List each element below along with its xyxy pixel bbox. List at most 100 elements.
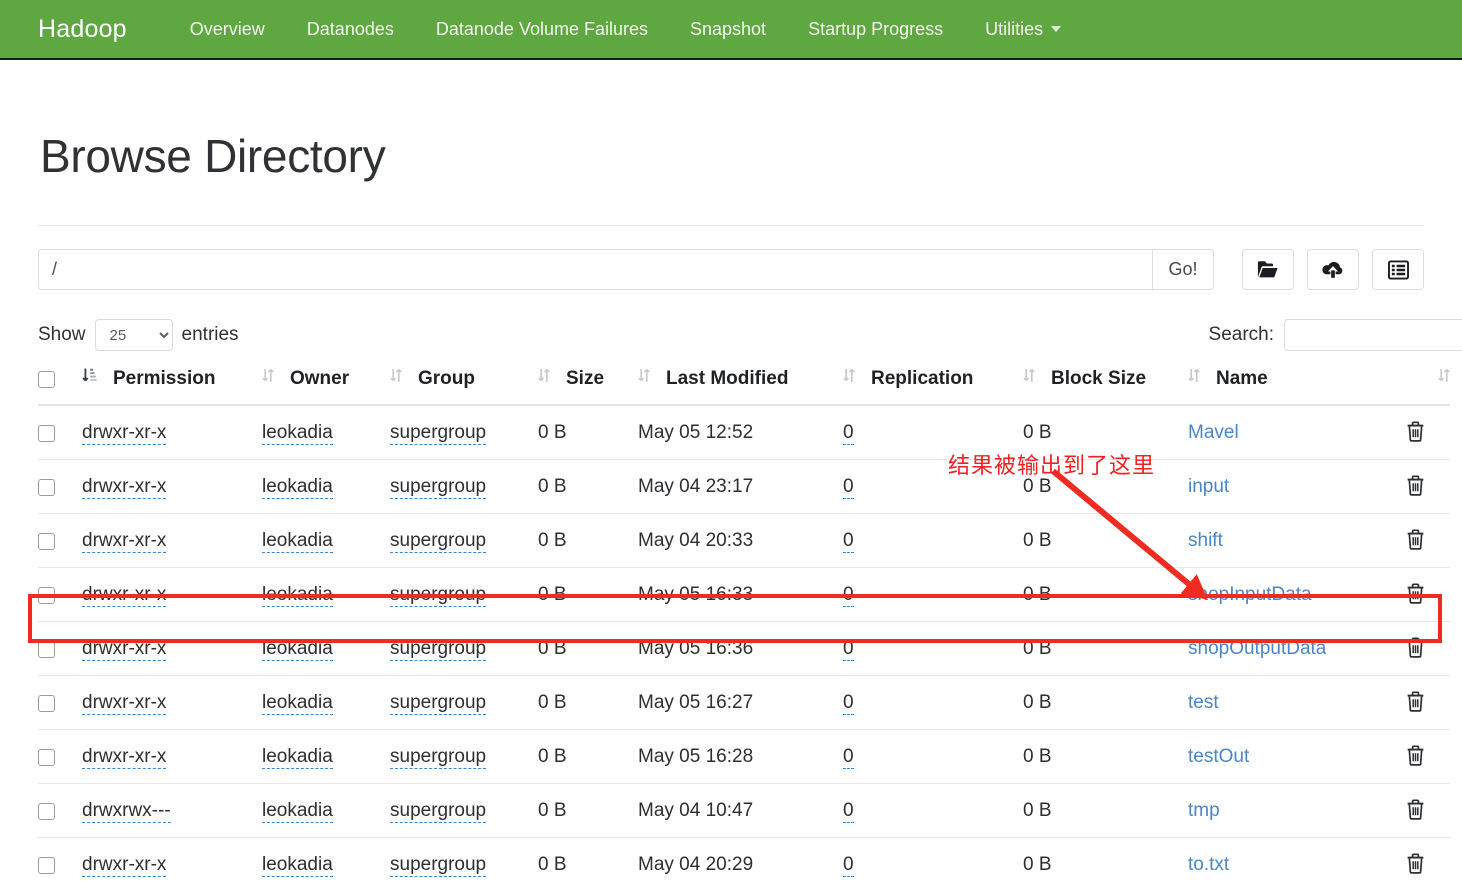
search-input[interactable] — [1284, 319, 1462, 352]
th-permission[interactable]: Permission — [82, 361, 262, 407]
go-button[interactable]: Go! — [1152, 249, 1214, 291]
cell-group-link[interactable]: supergroup — [390, 638, 487, 662]
th-group[interactable]: Group — [390, 361, 538, 407]
cell-replication-link[interactable]: 0 — [843, 692, 854, 716]
cell-owner-link[interactable]: leokadia — [262, 422, 333, 446]
cell-permission-link[interactable]: drwxr-xr-x — [82, 638, 167, 662]
select-all-checkbox[interactable] — [38, 370, 55, 388]
delete-row-button[interactable] — [1405, 474, 1426, 500]
nav-utilities[interactable]: Utilities — [964, 0, 1082, 59]
th-last-modified[interactable]: Last Modified — [638, 361, 843, 407]
cell-name: to.txt — [1188, 837, 1388, 888]
cell-owner-link[interactable]: leokadia — [262, 800, 333, 824]
page-length-select[interactable]: 25 50 100 — [94, 319, 173, 352]
sort-icon[interactable] — [1023, 367, 1035, 390]
cell-replication-link[interactable]: 0 — [843, 638, 854, 662]
cell-replication-link[interactable]: 0 — [843, 800, 854, 824]
cell-name-link[interactable]: test — [1188, 692, 1219, 713]
cell-permission-link[interactable]: drwxr-xr-x — [82, 746, 167, 770]
cell-group-link[interactable]: supergroup — [390, 692, 487, 716]
cell-owner-link[interactable]: leokadia — [262, 584, 333, 608]
cell-replication: 0 — [843, 513, 1023, 568]
row-checkbox[interactable] — [38, 640, 55, 658]
cell-permission-link[interactable]: drwxr-xr-x — [82, 422, 167, 446]
row-checkbox[interactable] — [38, 694, 55, 712]
cell-replication-link[interactable]: 0 — [843, 584, 854, 608]
row-checkbox[interactable] — [38, 586, 55, 604]
cell-name-link[interactable]: shopOutputData — [1188, 638, 1326, 659]
cell-group-link[interactable]: supergroup — [390, 584, 487, 608]
th-size[interactable]: Size — [538, 361, 638, 407]
cell-name-link[interactable]: shift — [1188, 530, 1223, 551]
sort-icon[interactable] — [538, 367, 550, 390]
delete-row-button[interactable] — [1405, 690, 1426, 716]
cell-name-link[interactable]: Mavel — [1188, 422, 1239, 443]
cell-owner-link[interactable]: leokadia — [262, 854, 333, 878]
cell-group-link[interactable]: supergroup — [390, 800, 487, 824]
cell-replication-link[interactable]: 0 — [843, 476, 854, 500]
cell-group-link[interactable]: supergroup — [390, 422, 487, 446]
cell-replication-link[interactable]: 0 — [843, 422, 854, 446]
delete-row-button[interactable] — [1405, 744, 1426, 770]
cell-replication-link[interactable]: 0 — [843, 746, 854, 770]
nav-datanode-volume-failures[interactable]: Datanode Volume Failures — [415, 0, 669, 59]
th-owner[interactable]: Owner — [262, 361, 390, 407]
cell-group-link[interactable]: supergroup — [390, 854, 487, 878]
cell-owner-link[interactable]: leokadia — [262, 746, 333, 770]
row-checkbox[interactable] — [38, 802, 55, 820]
row-checkbox[interactable] — [38, 532, 55, 550]
delete-row-button[interactable] — [1405, 420, 1426, 446]
delete-row-button[interactable] — [1405, 798, 1426, 824]
upload-files-button[interactable] — [1307, 249, 1359, 291]
sort-amount-down-icon[interactable] — [82, 367, 97, 390]
cell-replication-link[interactable]: 0 — [843, 530, 854, 554]
sort-icon[interactable] — [262, 367, 274, 390]
cell-last-modified: May 05 16:27 — [638, 675, 843, 730]
path-tool-buttons — [1242, 249, 1424, 291]
path-input[interactable] — [38, 249, 1152, 291]
brand-hadoop[interactable]: Hadoop — [38, 15, 127, 44]
nav-snapshot[interactable]: Snapshot — [669, 0, 787, 59]
cell-group-link[interactable]: supergroup — [390, 476, 487, 500]
cell-owner-link[interactable]: leokadia — [262, 692, 333, 716]
cell-permission-link[interactable]: drwxrwx--- — [82, 800, 171, 824]
cell-name-link[interactable]: shopInputData — [1188, 584, 1312, 605]
delete-row-button[interactable] — [1405, 582, 1426, 608]
cell-owner-link[interactable]: leokadia — [262, 530, 333, 554]
cell-name-link[interactable]: to.txt — [1188, 854, 1229, 875]
cell-replication-link[interactable]: 0 — [843, 854, 854, 878]
cell-owner-link[interactable]: leokadia — [262, 638, 333, 662]
delete-row-button[interactable] — [1405, 528, 1426, 554]
cell-name-link[interactable]: input — [1188, 476, 1229, 497]
cell-permission: drwxr-xr-x — [82, 729, 262, 784]
th-replication[interactable]: Replication — [843, 361, 1023, 407]
cut-paste-button[interactable] — [1372, 249, 1424, 291]
cell-permission-link[interactable]: drwxr-xr-x — [82, 854, 167, 878]
cell-permission-link[interactable]: drwxr-xr-x — [82, 476, 167, 500]
cell-permission-link[interactable]: drwxr-xr-x — [82, 584, 167, 608]
cell-permission-link[interactable]: drwxr-xr-x — [82, 692, 167, 716]
nav-overview[interactable]: Overview — [169, 0, 286, 59]
cell-permission-link[interactable]: drwxr-xr-x — [82, 530, 167, 554]
row-checkbox[interactable] — [38, 478, 55, 496]
sort-icon[interactable] — [638, 367, 650, 390]
nav-datanodes[interactable]: Datanodes — [286, 0, 415, 59]
th-block-size[interactable]: Block Size — [1023, 361, 1188, 407]
cell-name-link[interactable]: tmp — [1188, 800, 1220, 821]
sort-icon[interactable] — [843, 367, 855, 390]
cell-group-link[interactable]: supergroup — [390, 746, 487, 770]
cell-name-link[interactable]: testOut — [1188, 746, 1249, 767]
row-checkbox[interactable] — [38, 424, 55, 442]
sort-icon[interactable] — [390, 367, 402, 390]
nav-startup-progress[interactable]: Startup Progress — [787, 0, 964, 59]
create-directory-button[interactable] — [1242, 249, 1294, 291]
cell-owner-link[interactable]: leokadia — [262, 476, 333, 500]
delete-row-button[interactable] — [1405, 636, 1426, 662]
cell-group-link[interactable]: supergroup — [390, 530, 487, 554]
sort-icon[interactable] — [1188, 367, 1200, 390]
sort-icon[interactable] — [1420, 367, 1450, 390]
th-name[interactable]: Name — [1188, 361, 1388, 407]
row-checkbox[interactable] — [38, 856, 55, 874]
delete-row-button[interactable] — [1405, 852, 1426, 878]
row-checkbox[interactable] — [38, 748, 55, 766]
